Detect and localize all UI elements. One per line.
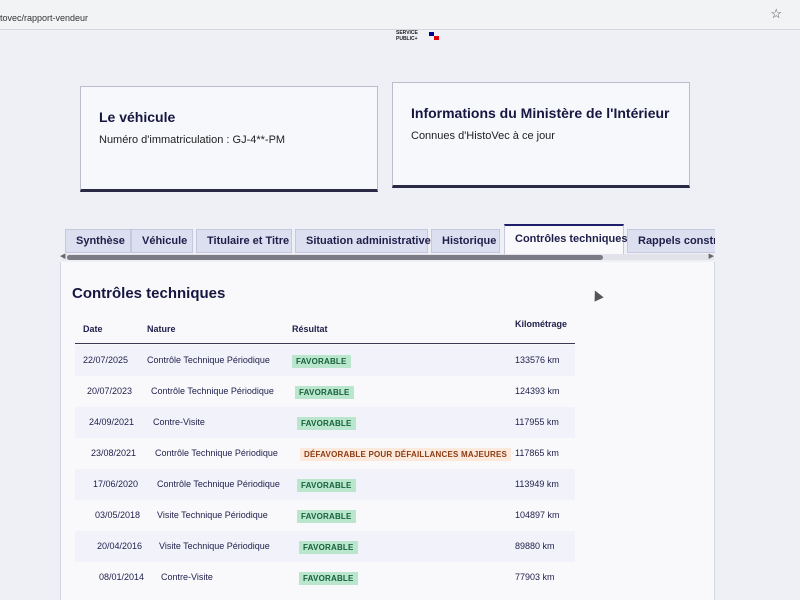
browser-address-bar[interactable]: tovec/rapport-vendeur ☆ [0, 0, 800, 30]
ministry-card-title: Informations du Ministère de l'Intérieur [411, 105, 670, 121]
logo-line-2: PUBLIC+ [396, 36, 418, 42]
vehicle-card-title: Le véhicule [99, 109, 176, 125]
row-kilometrage: 104897 km [515, 510, 560, 520]
row-kilometrage: 133576 km [515, 355, 560, 365]
row-kilometrage: 117865 km [515, 448, 559, 458]
status-badge: FAVORABLE [297, 510, 356, 523]
row-kilometrage: 77903 km [515, 572, 555, 582]
table-row: 08/01/2014 Contre-Visite FAVORABLE 77903 km [75, 562, 575, 593]
row-nature: Contrôle Technique Périodique [155, 448, 278, 458]
table-row: 24/09/2021 Contre-Visite FAVORABLE 117955 k… [75, 407, 575, 438]
star-icon[interactable]: ☆ [770, 6, 782, 22]
row-nature: Visite Technique Périodique [159, 541, 270, 551]
row-date: 20/04/2016 [97, 541, 143, 551]
row-date: 24/09/2021 [89, 417, 135, 427]
ministry-card: Informations du Ministère de l'Intérieur… [392, 82, 690, 188]
row-date: 20/07/2023 [87, 386, 133, 396]
tab-rappels-constructeur[interactable]: Rappels constru [627, 229, 715, 253]
table-row: 20/07/2023 Contrôle Technique Périodique F… [75, 376, 575, 407]
logo-mark-icon [429, 32, 439, 40]
column-header-resultat: Résultat [292, 324, 328, 334]
tab-situation-administrative[interactable]: Situation administrative [295, 229, 431, 253]
status-badge: FAVORABLE [297, 479, 356, 492]
tab-vehicule[interactable]: Véhicule [131, 229, 193, 253]
tab-panel-controles: Contrôles techniques Date Nature Résulta… [60, 262, 715, 600]
row-kilometrage: 124393 km [515, 386, 560, 396]
table-header: Date Nature Résultat Kilométrage [75, 312, 575, 344]
row-nature: Visite Technique Périodique [157, 510, 268, 520]
scrollbar-thumb[interactable] [67, 255, 603, 260]
row-kilometrage: 89880 km [515, 541, 555, 551]
row-date: 17/06/2020 [93, 479, 139, 489]
row-date: 08/01/2014 [99, 572, 145, 582]
row-kilometrage: 117955 km [515, 417, 559, 427]
table-row: 20/04/2016 Visite Technique Périodique FAV… [75, 531, 575, 562]
scroll-left-icon[interactable]: ◀ [60, 252, 65, 260]
status-badge: FAVORABLE [295, 386, 354, 399]
status-badge: FAVORABLE [292, 355, 351, 368]
plate-number-text: Numéro d'immatriculation : GJ-4**-PM [99, 134, 286, 146]
status-badge: DÉFAVORABLE POUR DÉFAILLANCES MAJEURES [300, 448, 512, 461]
row-date: 23/08/2021 [91, 448, 137, 458]
tab-synthese[interactable]: Synthèse [65, 229, 131, 253]
url-text[interactable]: tovec/rapport-vendeur [0, 13, 88, 23]
table-row: 17/06/2020 Contrôle Technique Périodique F… [75, 469, 575, 500]
scroll-right-icon[interactable]: ▶ [709, 252, 714, 260]
service-public-logo: SERVICE PUBLIC+ [396, 30, 439, 42]
table-row: 22/07/2025 Contrôle Technique Périodique F… [75, 345, 575, 376]
tab-historique[interactable]: Historique [431, 229, 500, 253]
column-header-date: Date [83, 324, 103, 334]
ministry-card-subtitle: Connues d'HistoVec à ce jour [411, 130, 555, 142]
status-badge: FAVORABLE [299, 572, 358, 585]
tab-titulaire[interactable]: Titulaire et Titre [196, 229, 292, 253]
column-header-kilometrage: Kilométrage [515, 319, 568, 329]
status-badge: FAVORABLE [297, 417, 356, 430]
vehicle-card: Le véhicule Numéro d'immatriculation : G… [80, 86, 378, 192]
tab-bar: Synthèse Véhicule Titulaire et Titre Sit… [63, 224, 715, 254]
row-nature: Contre-Visite [153, 417, 205, 427]
status-badge: FAVORABLE [299, 541, 358, 554]
row-date: 03/05/2018 [95, 510, 141, 520]
row-nature: Contrôle Technique Périodique [147, 355, 270, 365]
tab-controles-techniques[interactable]: Contrôles techniques [504, 224, 627, 254]
row-kilometrage: 113949 km [515, 479, 559, 489]
row-nature: Contre-Visite [161, 572, 213, 582]
section-title: Contrôles techniques [72, 285, 226, 302]
row-date: 22/07/2025 [83, 355, 129, 365]
table-row: 03/05/2018 Visite Technique Périodique FAV… [75, 500, 575, 531]
row-nature: Contrôle Technique Périodique [151, 386, 274, 396]
tab-scrollbar[interactable]: ◀ ▶ [60, 252, 714, 260]
column-header-nature: Nature [147, 324, 176, 334]
table-row: 23/08/2021 Contrôle Technique Périodique D… [75, 438, 575, 469]
row-nature: Contrôle Technique Périodique [157, 479, 280, 489]
